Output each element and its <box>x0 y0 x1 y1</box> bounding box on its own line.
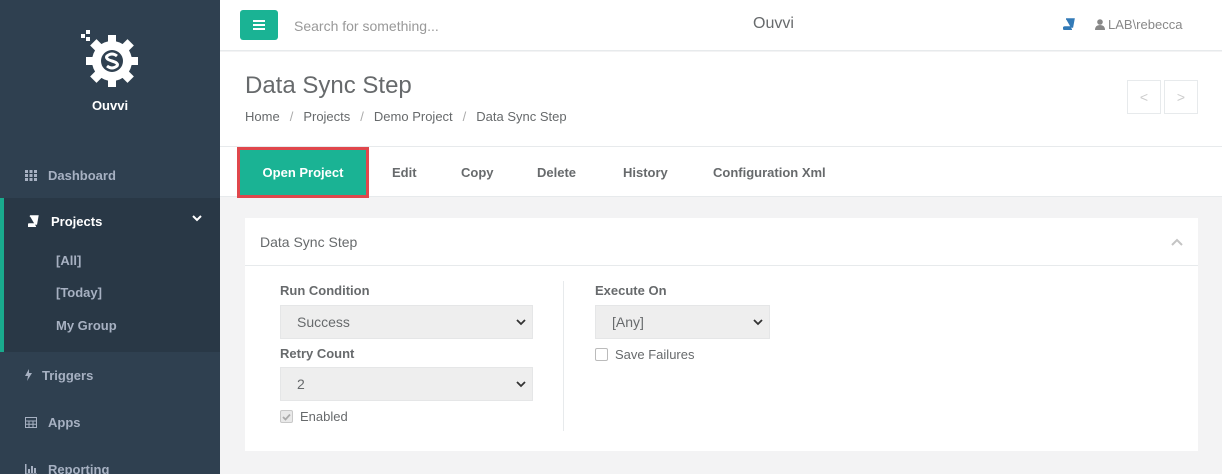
breadcrumb-separator: / <box>360 109 364 124</box>
chevron-down-icon <box>516 381 526 388</box>
sidebar-item-dashboard[interactable]: Dashboard <box>0 152 220 198</box>
checkbox-unchecked[interactable] <box>595 348 608 361</box>
enabled-label: Enabled <box>300 409 348 424</box>
chevron-down-icon <box>516 319 526 326</box>
next-button[interactable]: > <box>1164 80 1198 114</box>
sidebar-item-label: Apps <box>48 414 81 430</box>
enabled-checkbox[interactable]: Enabled <box>280 409 348 424</box>
logo[interactable]: Ouvvi <box>0 28 220 113</box>
execute-on-value: [Any] <box>612 314 644 330</box>
bar-chart-icon <box>25 463 41 474</box>
sidebar-subitem-today[interactable]: [Today] <box>56 285 102 300</box>
hamburger-icon <box>253 20 265 30</box>
logo-name: Ouvvi <box>91 98 129 113</box>
retry-count-select[interactable]: 2 <box>280 367 533 401</box>
column-divider <box>563 281 564 431</box>
sidebar-item-projects[interactable]: Projects [All] [Today] My Group <box>0 198 220 352</box>
breadcrumb-separator: / <box>462 109 467 124</box>
book-icon <box>28 215 44 227</box>
breadcrumb-current: Data Sync Step <box>476 109 567 124</box>
checkbox-checked[interactable] <box>280 410 293 423</box>
chevron-up-icon[interactable] <box>1171 238 1183 246</box>
page-title: Data Sync Step <box>245 72 412 99</box>
grid-icon <box>25 169 41 181</box>
sidebar-subitem-my-group[interactable]: My Group <box>56 318 117 333</box>
tab-edit[interactable]: Edit <box>392 147 417 197</box>
panel-title: Data Sync Step <box>260 234 358 250</box>
top-navbar: Ouvvi LAB\rebecca <box>220 0 1222 51</box>
chevron-down-icon[interactable] <box>192 213 202 223</box>
run-condition-label: Run Condition <box>280 283 370 298</box>
previous-button[interactable]: < <box>1127 80 1161 114</box>
sidebar-subitem-all[interactable]: [All] <box>56 253 81 268</box>
gear-logo-icon <box>81 30 138 87</box>
tab-copy[interactable]: Copy <box>461 147 494 197</box>
tab-delete[interactable]: Delete <box>537 147 576 197</box>
sidebar-item-apps[interactable]: Apps <box>0 399 220 445</box>
breadcrumb-home[interactable]: Home <box>245 109 280 124</box>
menu-toggle-button[interactable] <box>240 10 278 40</box>
retry-count-value: 2 <box>297 376 305 392</box>
breadcrumb-demo-project[interactable]: Demo Project <box>374 109 453 124</box>
page-heading: Data Sync Step Home / Projects / Demo Projec… <box>220 52 1222 147</box>
save-failures-checkbox[interactable]: Save Failures <box>595 347 694 362</box>
run-condition-value: Success <box>297 314 350 330</box>
table-icon <box>25 416 41 428</box>
execute-on-select[interactable]: [Any] <box>595 305 770 339</box>
chevron-down-icon <box>753 319 763 326</box>
breadcrumb: Home / Projects / Demo Project / Data Sync Ste… <box>245 109 567 124</box>
sidebar-item-label: Reporting <box>48 461 110 474</box>
retry-count-label: Retry Count <box>280 346 355 361</box>
tab-history[interactable]: History <box>623 147 668 197</box>
step-panel: Data Sync Step Run Condition Success Ret… <box>245 218 1198 451</box>
sidebar-item-label: Projects <box>51 213 103 229</box>
sidebar-item-reporting[interactable]: Reporting <box>0 446 220 474</box>
username: LAB\rebecca <box>1108 17 1183 32</box>
save-failures-label: Save Failures <box>615 347 695 362</box>
breadcrumb-separator: / <box>289 109 294 124</box>
check-icon <box>282 413 291 421</box>
app-title: Ouvvi <box>753 15 794 32</box>
user-icon <box>1095 19 1105 30</box>
user-menu[interactable]: LAB\rebecca <box>1095 17 1182 32</box>
sidebar-item-triggers[interactable]: Triggers <box>0 352 220 398</box>
tab-configuration-xml[interactable]: Configuration Xml <box>713 147 826 197</box>
sidebar-item-label: Triggers <box>42 367 94 383</box>
action-tabs: Open Project Edit Copy Delete History Co… <box>220 147 1222 198</box>
search-input[interactable] <box>294 15 594 37</box>
breadcrumb-projects[interactable]: Projects <box>303 109 350 124</box>
execute-on-label: Execute On <box>595 283 667 298</box>
panel-header: Data Sync Step <box>245 218 1198 266</box>
bolt-icon <box>25 369 35 381</box>
sidebar-projects-header[interactable]: Projects <box>4 198 220 244</box>
book-icon[interactable] <box>1063 18 1075 30</box>
run-condition-select[interactable]: Success <box>280 305 533 339</box>
open-project-button[interactable]: Open Project <box>237 147 369 198</box>
sidebar: Ouvvi Dashboard Projects [All] [Today] M… <box>0 0 220 474</box>
sidebar-item-label: Dashboard <box>48 167 116 183</box>
